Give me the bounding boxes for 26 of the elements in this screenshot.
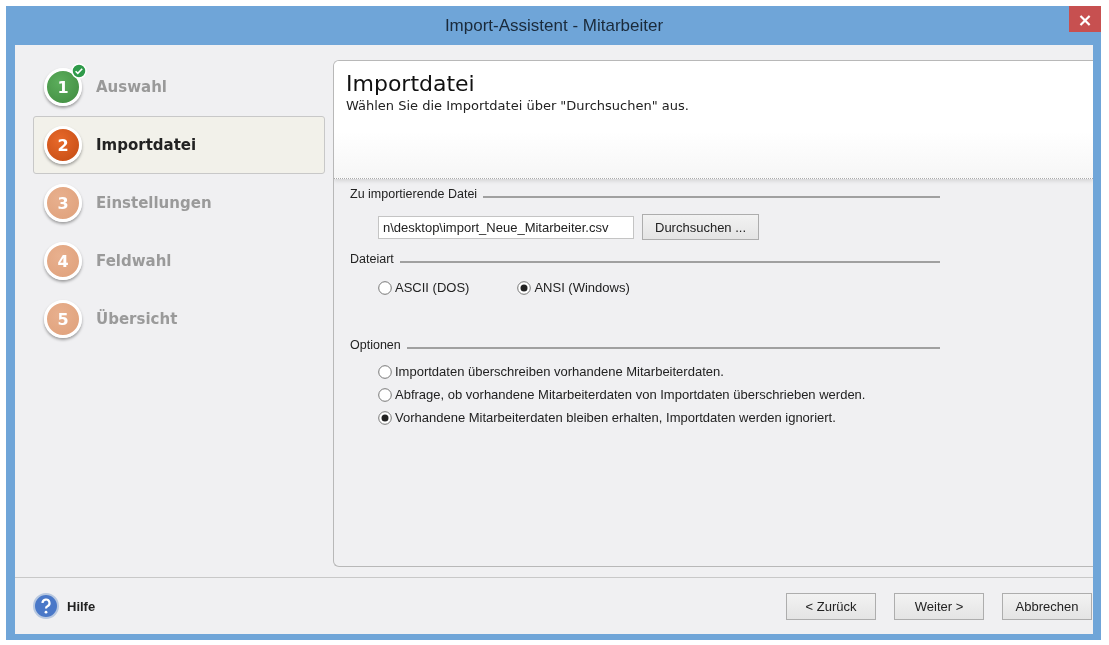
group-label: Optionen — [350, 338, 401, 352]
radio-button[interactable] — [378, 387, 392, 402]
radio-label[interactable]: ANSI (Windows) — [534, 280, 630, 295]
page-subtitle: Wählen Sie die Importdatei über "Durchsuchen" aus. — [346, 98, 690, 113]
radio-label[interactable]: Importdaten überschreiben vorhandene Mitarbeiterdaten. — [395, 364, 724, 379]
radio-label[interactable]: Vorhandene Mitarbeiterdaten bleiben erhalten, Importdaten werden ignoriert. — [395, 410, 836, 425]
help-icon[interactable] — [33, 593, 59, 619]
check-icon — [71, 63, 87, 79]
window-title: Import-Assistent - Mitarbeiter — [444, 15, 664, 36]
group-label: Dateiart — [350, 252, 394, 266]
close-button[interactable]: × — [1069, 6, 1101, 32]
radio-label[interactable]: Abfrage, ob vorhandene Mitarbeiterdaten von Importdaten überschrieben werden. — [395, 387, 866, 402]
wizard-button[interactable]: Abbrechen — [1002, 592, 1092, 620]
radio-button[interactable] — [378, 410, 392, 425]
wizard-button[interactable]: Weiter > — [894, 592, 984, 620]
wizard-button[interactable]: < Zurück — [786, 592, 876, 620]
group-label: Zu importierende Datei — [350, 187, 478, 201]
file-path-field[interactable]: n\desktop\import_Neue_Mitarbeiter.csv — [378, 215, 634, 239]
page-title: Importdatei — [346, 71, 476, 96]
radio-label[interactable]: ASCII (DOS) — [395, 280, 470, 295]
radio-button[interactable] — [517, 280, 532, 295]
wizard-step[interactable]: 2 Importdatei — [33, 116, 325, 174]
browse-button[interactable]: Durchsuchen ... — [642, 214, 760, 240]
help-label[interactable]: Hilfe — [67, 598, 96, 614]
radio-button[interactable] — [378, 280, 392, 295]
radio-button[interactable] — [378, 364, 392, 379]
